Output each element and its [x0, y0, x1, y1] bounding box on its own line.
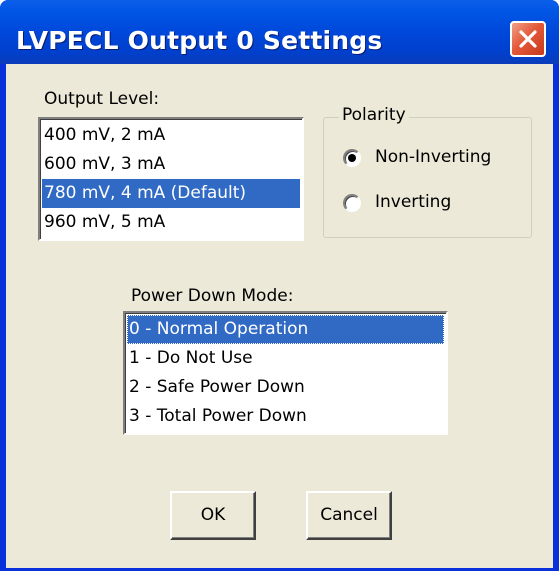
power-down-item[interactable]: 1 - Do Not Use [127, 344, 444, 373]
polarity-title: Polarity [339, 105, 409, 125]
close-icon [519, 30, 537, 48]
non-inverting-label[interactable]: Non-Inverting [375, 147, 491, 167]
radio-selected-dot [348, 154, 356, 162]
power-down-item[interactable]: 2 - Safe Power Down [127, 373, 444, 402]
title-bar[interactable]: LVPECL Output 0 Settings [0, 0, 559, 64]
output-level-item[interactable]: 600 mV, 3 mA [42, 150, 300, 179]
output-level-item-selected[interactable]: 780 mV, 4 mA (Default) [42, 179, 300, 208]
window-title: LVPECL Output 0 Settings [16, 26, 383, 55]
output-level-item[interactable]: 960 mV, 5 mA [42, 208, 300, 237]
power-down-item[interactable]: 3 - Total Power Down [127, 402, 444, 431]
ok-button[interactable]: OK [170, 491, 256, 540]
inverting-radio[interactable] [343, 194, 361, 212]
dialog-window: LVPECL Output 0 Settings Output Level: 4… [0, 0, 559, 571]
output-level-label: Output Level: [44, 89, 160, 109]
power-down-mode-listbox[interactable]: 0 - Normal Operation 1 - Do Not Use 2 - … [123, 311, 448, 435]
output-level-listbox[interactable]: 400 mV, 2 mA 600 mV, 3 mA 780 mV, 4 mA (… [38, 117, 304, 241]
polarity-groupbox: Polarity Non-Inverting Inverting [323, 105, 532, 238]
cancel-button[interactable]: Cancel [306, 491, 392, 540]
close-button[interactable] [510, 21, 546, 57]
non-inverting-radio[interactable] [343, 149, 361, 167]
power-down-item-selected[interactable]: 0 - Normal Operation [127, 315, 444, 344]
inverting-label[interactable]: Inverting [375, 192, 451, 212]
output-level-item[interactable]: 400 mV, 2 mA [42, 121, 300, 150]
power-down-mode-label: Power Down Mode: [131, 286, 294, 306]
dialog-client-area: Output Level: 400 mV, 2 mA 600 mV, 3 mA … [6, 64, 553, 568]
